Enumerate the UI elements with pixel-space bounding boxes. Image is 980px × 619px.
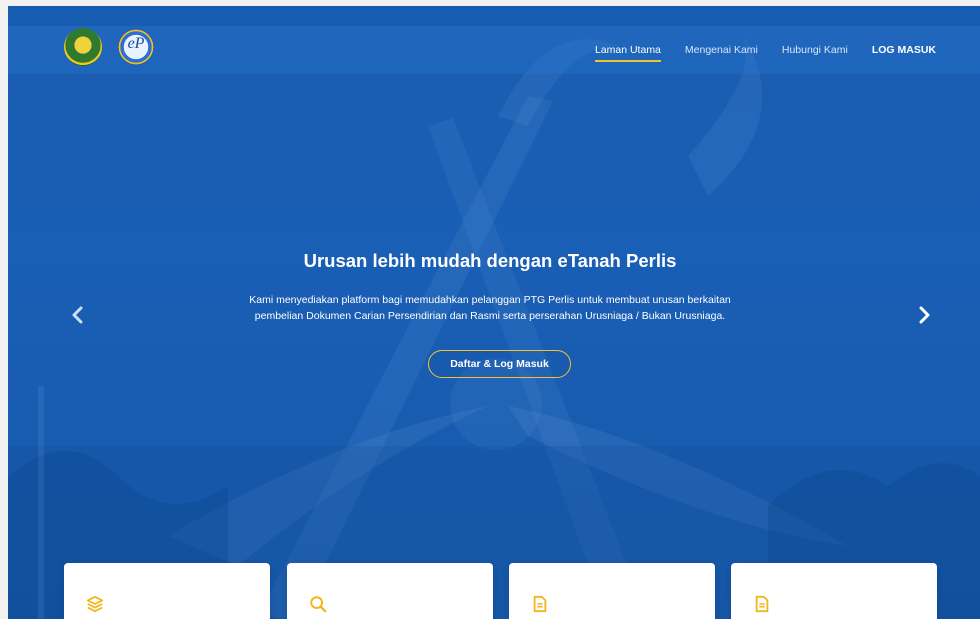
search-icon: [310, 596, 327, 613]
chevron-right-icon: [919, 306, 930, 324]
carousel-prev-icon[interactable]: [68, 305, 88, 325]
document-icon: [755, 595, 769, 613]
perlis-crest-logo[interactable]: [64, 28, 102, 66]
service-card-3[interactable]: [509, 563, 715, 619]
service-card-4[interactable]: [731, 563, 937, 619]
carousel-next-icon[interactable]: [914, 305, 934, 325]
register-login-button[interactable]: Daftar & Log Masuk: [428, 350, 571, 378]
chevron-left-icon: [72, 306, 83, 324]
document-icon: [533, 595, 547, 613]
page: eP Laman Utama Mengenai Kami Hubungi Kam…: [0, 0, 980, 619]
main-nav: Laman Utama Mengenai Kami Hubungi Kami L…: [594, 44, 936, 62]
etanah-logo[interactable]: eP: [117, 28, 155, 66]
nav-log-masuk[interactable]: LOG MASUK: [872, 44, 936, 60]
service-card-2[interactable]: [287, 563, 493, 619]
service-card-1[interactable]: [64, 563, 270, 619]
etanah-logo-mark: eP: [127, 35, 145, 52]
nav-mengenai-kami[interactable]: Mengenai Kami: [685, 44, 758, 60]
hero-description: Kami menyediakan platform bagi memudahka…: [230, 292, 750, 324]
layers-icon: [86, 595, 104, 613]
hero-description-line-1: Kami menyediakan platform bagi memudahka…: [249, 294, 731, 306]
nav-hubungi-kami[interactable]: Hubungi Kami: [782, 44, 848, 60]
nav-laman-utama[interactable]: Laman Utama: [594, 44, 661, 62]
hero-description-line-2: pembelian Dokumen Carian Persendirian da…: [254, 310, 726, 322]
hero-title: Urusan lebih mudah dengan eTanah Perlis: [303, 250, 677, 271]
